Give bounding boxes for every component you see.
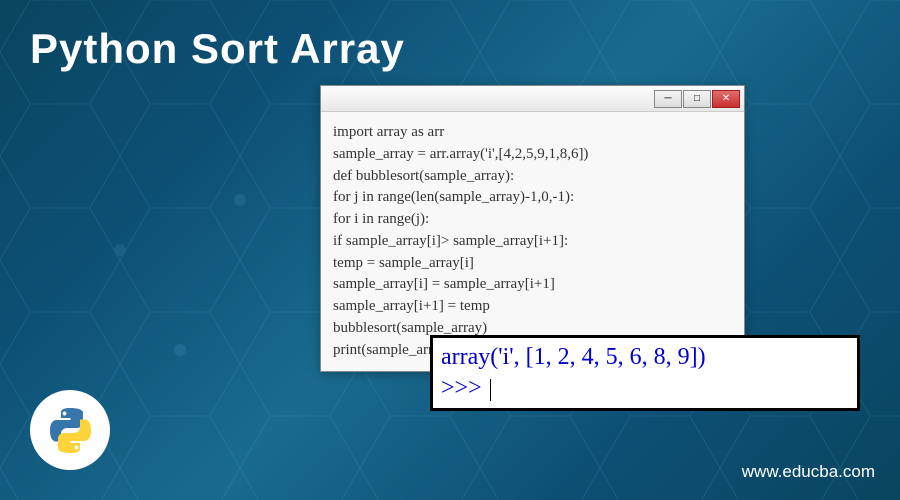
minimize-button[interactable]: ─ [654, 90, 682, 108]
code-window: ─ □ ✕ import array as arr sample_array =… [320, 85, 745, 372]
code-line: for j in range(len(sample_array)-1,0,-1)… [333, 187, 732, 209]
python-prompt: >>> [441, 375, 482, 401]
code-line: def bubblesort(sample_array): [333, 166, 732, 188]
close-button[interactable]: ✕ [712, 90, 740, 108]
text-cursor-icon [490, 379, 491, 401]
code-line: if sample_array[i]> sample_array[i+1]: [333, 231, 732, 253]
code-line: sample_array[i] = sample_array[i+1] [333, 274, 732, 296]
maximize-button[interactable]: □ [683, 90, 711, 108]
page-title: Python Sort Array [30, 25, 405, 73]
python-logo [30, 390, 110, 470]
output-window: array('i', [1, 2, 4, 5, 6, 8, 9]) >>> [430, 335, 860, 411]
website-url: www.educba.com [742, 462, 875, 482]
output-result: array('i', [1, 2, 4, 5, 6, 8, 9]) [441, 342, 849, 373]
python-logo-icon [43, 403, 98, 458]
code-body: import array as arr sample_array = arr.a… [321, 112, 744, 371]
code-line: import array as arr [333, 122, 732, 144]
code-line: sample_array = arr.array('i',[4,2,5,9,1,… [333, 144, 732, 166]
code-line: temp = sample_array[i] [333, 253, 732, 275]
code-line: sample_array[i+1] = temp [333, 296, 732, 318]
code-line: for i in range(j): [333, 209, 732, 231]
window-titlebar: ─ □ ✕ [321, 86, 744, 112]
